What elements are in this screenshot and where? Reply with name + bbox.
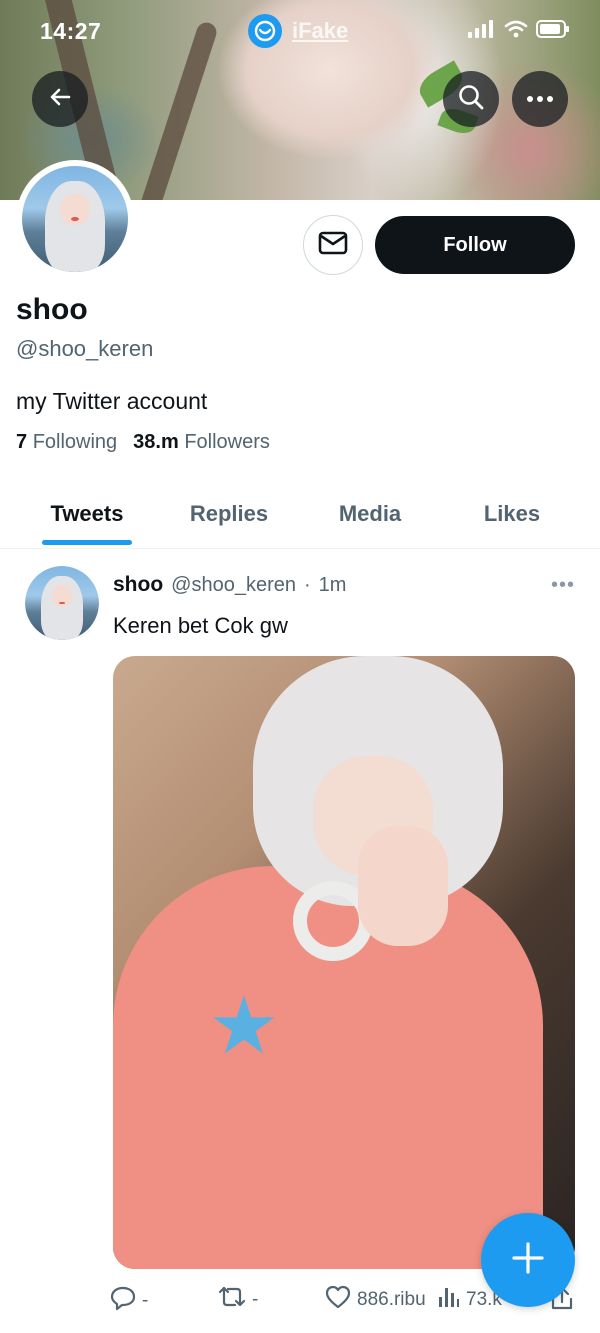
battery-icon <box>536 20 570 43</box>
media-hand <box>358 826 448 946</box>
media-shirt-star: ★ <box>208 981 280 1070</box>
like-count: 886.ribu <box>357 1289 426 1310</box>
followers-link[interactable]: 38.m Followers <box>133 431 270 454</box>
reply-button[interactable]: - <box>110 1285 148 1317</box>
tweet-avatar-image <box>25 566 99 640</box>
follow-button[interactable]: Follow <box>375 216 575 274</box>
status-app-name: iFake <box>292 18 349 43</box>
status-bar: 14:27 iFake <box>0 0 600 62</box>
active-tab-indicator <box>42 540 132 545</box>
tweet-text: Keren bet Cok gw <box>113 613 288 638</box>
search-icon <box>457 83 485 116</box>
tweet-header: shoo @shoo_keren · 1m <box>113 573 346 597</box>
status-system-icons <box>468 20 570 43</box>
following-count: 7 <box>16 431 28 453</box>
tab-media[interactable]: Media <box>300 480 440 548</box>
back-button[interactable] <box>32 71 88 127</box>
retweet-button[interactable]: - <box>218 1285 258 1315</box>
tweet-avatar[interactable] <box>25 566 99 640</box>
more-options-button[interactable] <box>512 71 568 127</box>
tweet-author-handle[interactable]: @shoo_keren <box>171 574 296 597</box>
compose-tweet-button[interactable] <box>481 1213 575 1307</box>
tweet-media-image[interactable]: ★ <box>113 656 575 1269</box>
retweet-icon <box>218 1285 246 1315</box>
heart-icon <box>325 1285 351 1315</box>
views-icon <box>438 1285 460 1315</box>
tweet-more-button[interactable]: ••• <box>551 574 575 597</box>
status-time: 14:27 <box>40 18 102 44</box>
tab-tweets[interactable]: Tweets <box>17 480 157 548</box>
message-button[interactable] <box>303 215 363 275</box>
wifi-icon <box>504 20 528 43</box>
following-link[interactable]: 7 Following <box>16 431 117 454</box>
tweet-timestamp[interactable]: 1m <box>319 574 347 597</box>
search-button[interactable] <box>443 71 499 127</box>
profile-bio: my Twitter account <box>16 388 208 414</box>
signal-icon <box>468 20 496 43</box>
followers-count: 38.m <box>133 431 179 453</box>
more-horizontal-icon <box>526 90 554 108</box>
profile-display-name: shoo <box>16 293 88 326</box>
retweet-count: - <box>252 1289 259 1310</box>
plus-icon <box>510 1240 546 1281</box>
avatar-image <box>22 166 128 272</box>
tweet-separator: · <box>304 574 311 596</box>
avatar-face <box>51 585 73 608</box>
reply-icon <box>110 1285 136 1317</box>
like-button[interactable]: 886.ribu <box>325 1285 426 1315</box>
status-app-indicator: iFake <box>248 14 348 48</box>
profile-handle: @shoo_keren <box>16 336 154 361</box>
tab-replies[interactable]: Replies <box>159 480 299 548</box>
profile-stats: 7 Following 38.m Followers <box>16 431 270 454</box>
following-label: Following <box>32 431 118 453</box>
arrow-left-icon <box>47 84 73 115</box>
profile-avatar[interactable] <box>16 160 134 278</box>
tab-likes[interactable]: Likes <box>442 480 582 548</box>
app-logo-icon <box>248 14 282 48</box>
tweet-author-name[interactable]: shoo <box>113 573 163 597</box>
reply-count: - <box>142 1290 149 1311</box>
followers-label: Followers <box>184 431 270 453</box>
profile-tabs: Tweets Replies Media Likes <box>0 480 600 549</box>
mail-icon <box>318 230 348 261</box>
